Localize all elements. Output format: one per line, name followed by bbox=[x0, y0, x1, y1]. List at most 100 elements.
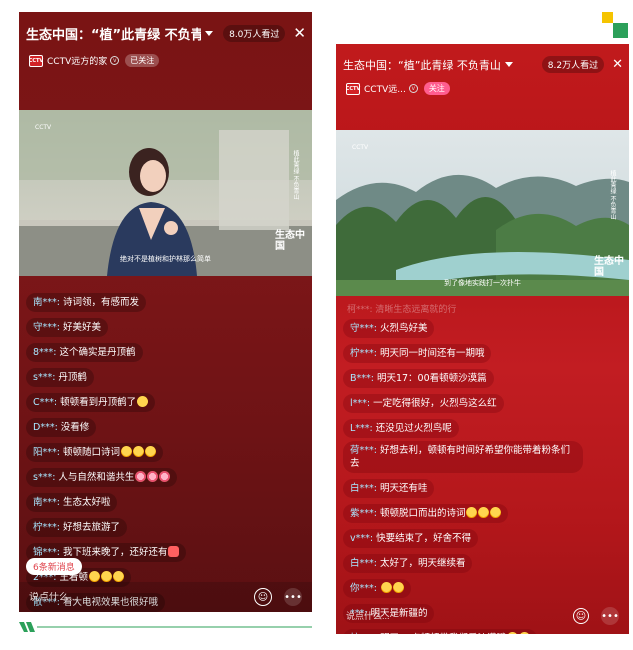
chat-username[interactable]: 守***: bbox=[350, 323, 377, 334]
chat-message[interactable]: 8***: 这个确实是丹顶鹤 bbox=[26, 343, 143, 362]
chat-username[interactable]: 8***: bbox=[33, 347, 57, 358]
chat-message[interactable]: 荷***: 好想去利，顿顿有时间好希望你能带着粉条们去 bbox=[343, 441, 583, 473]
chat-message[interactable]: s***: 丹顶鹤 bbox=[26, 368, 94, 387]
chat-message[interactable]: l***: 一定吃得很好，火烈鸟这么红 bbox=[343, 394, 504, 413]
emoji-icon[interactable]: ☺ bbox=[573, 608, 589, 624]
chat-message[interactable]: 白***: 太好了，明天继续看 bbox=[343, 554, 473, 573]
chat-username[interactable]: 南***: bbox=[33, 497, 60, 508]
chat-message[interactable]: 南***: 生态太好啦 bbox=[26, 493, 118, 512]
chevron-down-icon[interactable] bbox=[205, 31, 213, 36]
chat-row: C***: 顿顿看到丹顶鹤了 bbox=[26, 390, 306, 415]
chat-message[interactable]: 守***: 好美好美 bbox=[26, 318, 108, 337]
close-icon[interactable]: ✕ bbox=[293, 26, 306, 41]
flower-emoji-icon bbox=[159, 471, 171, 482]
chat-text: 顿顿脱口而出的诗词 bbox=[379, 508, 466, 519]
video-frame bbox=[19, 110, 312, 276]
chat-message[interactable]: v***: 快要结束了，好舍不得 bbox=[343, 529, 479, 548]
chat-username[interactable]: B***: bbox=[350, 373, 374, 384]
thumb-emoji-icon bbox=[478, 507, 490, 518]
chat-message[interactable]: D***: 没看修 bbox=[26, 418, 97, 437]
chat-username[interactable]: l***: bbox=[350, 398, 370, 409]
channel-logo[interactable]: CCTV bbox=[29, 54, 43, 67]
chat-username[interactable]: 你***: bbox=[350, 583, 377, 594]
close-icon[interactable]: ✕ bbox=[612, 58, 623, 71]
verified-icon: v bbox=[408, 84, 418, 93]
chat-username[interactable]: s***: bbox=[33, 472, 55, 483]
chat-text: 一定吃得很好，火烈鸟这么红 bbox=[373, 398, 497, 409]
chat-username[interactable]: C***: bbox=[33, 397, 57, 408]
chat-message[interactable]: s***: 人与自然和谐共生 bbox=[26, 468, 178, 487]
chat-message[interactable]: 紫***: 顿顿脱口而出的诗词 bbox=[343, 504, 509, 523]
chat-row: 白***: 太好了，明天继续看 bbox=[343, 551, 623, 576]
chat-row: 阳***: 顿顿随口诗词 bbox=[26, 440, 306, 465]
bottom-bar: ☺ ••• bbox=[19, 582, 312, 612]
channel-name[interactable]: CCTV远... bbox=[364, 82, 406, 95]
chat-message[interactable]: 阳***: 顿顿随口诗词 bbox=[26, 443, 163, 462]
chat-text: 明天还有哇 bbox=[379, 483, 428, 494]
follow-button[interactable]: 已关注 bbox=[125, 54, 160, 67]
thumb-emoji-icon bbox=[120, 446, 132, 457]
chat-text: 明天17点顿顿带我们看沙漠哦 bbox=[380, 633, 506, 634]
video-caption: 到了像地实践打一次扑牛 bbox=[444, 279, 521, 287]
live-title[interactable]: 生态中国：“植”此青绿 不负青... bbox=[26, 24, 201, 43]
comment-input[interactable] bbox=[346, 611, 573, 621]
thumb-emoji-icon bbox=[466, 507, 478, 518]
chat-row: 南***: 生态太好啦 bbox=[26, 490, 306, 515]
chat-username[interactable]: 白***: bbox=[350, 558, 377, 569]
face-emoji-icon bbox=[137, 396, 149, 407]
strong-emoji-icon bbox=[168, 546, 180, 557]
chat-text: 明天同一时间还有一期哦 bbox=[379, 348, 485, 359]
chat-text: 快要结束了，好舍不得 bbox=[376, 533, 472, 544]
chat-username[interactable]: 柠***: bbox=[33, 522, 60, 533]
new-messages-badge[interactable]: 6条新消息 bbox=[26, 558, 82, 575]
chat-message[interactable]: L***: 还没见过火烈鸟呢 bbox=[343, 419, 459, 438]
chat-row: 守***: 火烈鸟好美 bbox=[343, 316, 623, 341]
chat-username[interactable]: D***: bbox=[33, 422, 58, 433]
chat-message[interactable]: 你***: bbox=[343, 579, 411, 598]
chat-message[interactable]: C***: 顿顿看到丹顶鹤了 bbox=[26, 393, 156, 412]
chat-username[interactable]: 南***: bbox=[33, 297, 60, 308]
chat-username[interactable]: 柠***: bbox=[350, 348, 377, 359]
chat-message[interactable]: 柠***: 好想去旅游了 bbox=[26, 518, 127, 537]
chat-text: 太好了，明天继续看 bbox=[379, 558, 466, 569]
chat-row: 荷***: 好想去利，顿顿有时间好希望你能带着粉条们去 bbox=[343, 441, 623, 476]
thumb-emoji-icon bbox=[89, 571, 101, 582]
chat-username[interactable]: 锦***: bbox=[33, 547, 60, 558]
faded-chat-message: 柯***: 清晰生态远离就的行 bbox=[347, 305, 457, 315]
chat-username[interactable]: s***: bbox=[33, 372, 55, 383]
video-caption: 绝对不是植树和护林那么简单 bbox=[120, 255, 211, 263]
comment-input[interactable] bbox=[29, 591, 254, 603]
chat-username[interactable]: 柠***: bbox=[350, 633, 377, 634]
follow-button[interactable]: 关注 bbox=[423, 82, 450, 95]
video-player[interactable]: CCTV 生态中国 植此青绿 不负青山 到了像地实践打一次扑牛 bbox=[336, 130, 629, 296]
chat-username[interactable]: v***: bbox=[350, 533, 373, 544]
chevron-down-icon[interactable] bbox=[504, 62, 513, 67]
chat-username[interactable]: 阳***: bbox=[33, 447, 60, 458]
chat-username[interactable]: 荷***: bbox=[350, 445, 377, 456]
chat-username[interactable]: 紫***: bbox=[350, 508, 377, 519]
video-player[interactable]: CCTV 生态中国 植此青绿 不负青山 绝对不是植树和护林那么简单 bbox=[19, 110, 312, 276]
live-title[interactable]: 生态中国：“植”此青绿 不负青山 bbox=[343, 57, 501, 73]
channel-name[interactable]: CCTV远方的家 bbox=[47, 54, 107, 67]
chat-row: 柠***: 好想去旅游了 bbox=[26, 515, 306, 540]
more-icon[interactable]: ••• bbox=[284, 588, 302, 606]
chat-username[interactable]: 白***: bbox=[350, 483, 377, 494]
left-phone-screen: 生态中国：“植”此青绿 不负青... 8.0万人看过 ✕ CCTV CCTV远方… bbox=[19, 12, 312, 612]
chat-message[interactable]: 白***: 明天还有哇 bbox=[343, 479, 435, 498]
chat-message[interactable]: 南***: 诗词领，有感而发 bbox=[26, 293, 146, 312]
chat-message[interactable]: 守***: 火烈鸟好美 bbox=[343, 319, 435, 338]
chat-message[interactable]: B***: 明天17：00看顿顿沙漠篇 bbox=[343, 369, 494, 388]
chat-row: D***: 没看修 bbox=[26, 415, 306, 440]
emoji-icon[interactable]: ☺ bbox=[254, 588, 272, 606]
chat-message[interactable]: 柠***: 明天同一时间还有一期哦 bbox=[343, 344, 492, 363]
chat-username[interactable]: 守***: bbox=[33, 322, 60, 333]
chat-row: 守***: 好美好美 bbox=[26, 315, 306, 340]
channel-logo[interactable]: CCTV bbox=[345, 82, 361, 95]
chat-row: B***: 明天17：00看顿顿沙漠篇 bbox=[343, 366, 623, 391]
chat-row: s***: 丹顶鹤 bbox=[26, 365, 306, 390]
chat-text: 明天17：00看顿顿沙漠篇 bbox=[376, 373, 487, 384]
chat-text: 生态太好啦 bbox=[62, 497, 111, 508]
more-icon[interactable]: ••• bbox=[601, 607, 619, 625]
chat-username[interactable]: L***: bbox=[350, 423, 373, 434]
channel-logo-text: CCTV bbox=[345, 85, 361, 92]
